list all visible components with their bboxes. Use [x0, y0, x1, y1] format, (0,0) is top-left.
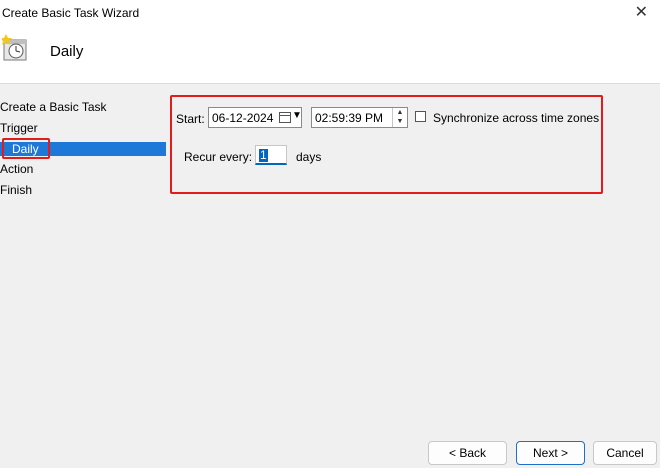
highlight-box-nav [2, 138, 50, 159]
spin-up-icon[interactable]: ▲ [393, 108, 407, 117]
recur-input[interactable]: 1 [255, 145, 287, 165]
start-date-picker[interactable]: 06-12-2024 ▼ [208, 107, 302, 128]
clock-calendar-icon [2, 34, 27, 61]
start-date-value: 06-12-2024 [212, 111, 274, 125]
recur-label: Recur every: [184, 150, 253, 164]
window-title: Create Basic Task Wizard [2, 6, 140, 20]
step-action: Action [0, 162, 34, 176]
close-icon[interactable]: ✕ [635, 2, 648, 22]
next-button[interactable]: Next > [516, 441, 585, 465]
title-bar: Create Basic Task Wizard ✕ [0, 0, 660, 26]
chevron-down-icon[interactable]: ▼ [292, 110, 302, 121]
start-time-value: 02:59:39 PM [315, 111, 384, 125]
calendar-icon[interactable] [279, 112, 291, 123]
step-finish: Finish [0, 183, 33, 197]
step-trigger: Trigger [0, 121, 38, 135]
recur-value: 1 [259, 148, 268, 162]
sync-label[interactable]: Synchronize across time zones [433, 111, 599, 125]
spin-down-icon[interactable]: ▼ [393, 117, 407, 126]
recur-unit-label: days [296, 150, 322, 164]
start-label: Start: [176, 112, 205, 126]
start-time-field[interactable]: 02:59:39 PM ▲ ▼ [311, 107, 408, 128]
page-title: Daily [50, 43, 84, 60]
back-button[interactable]: < Back [428, 441, 507, 465]
time-spinner[interactable]: ▲ ▼ [392, 108, 407, 127]
cancel-button[interactable]: Cancel [593, 441, 657, 465]
step-create-basic-task: Create a Basic Task [0, 100, 107, 114]
wizard-header: Daily [0, 26, 660, 84]
sync-checkbox[interactable] [415, 111, 426, 122]
